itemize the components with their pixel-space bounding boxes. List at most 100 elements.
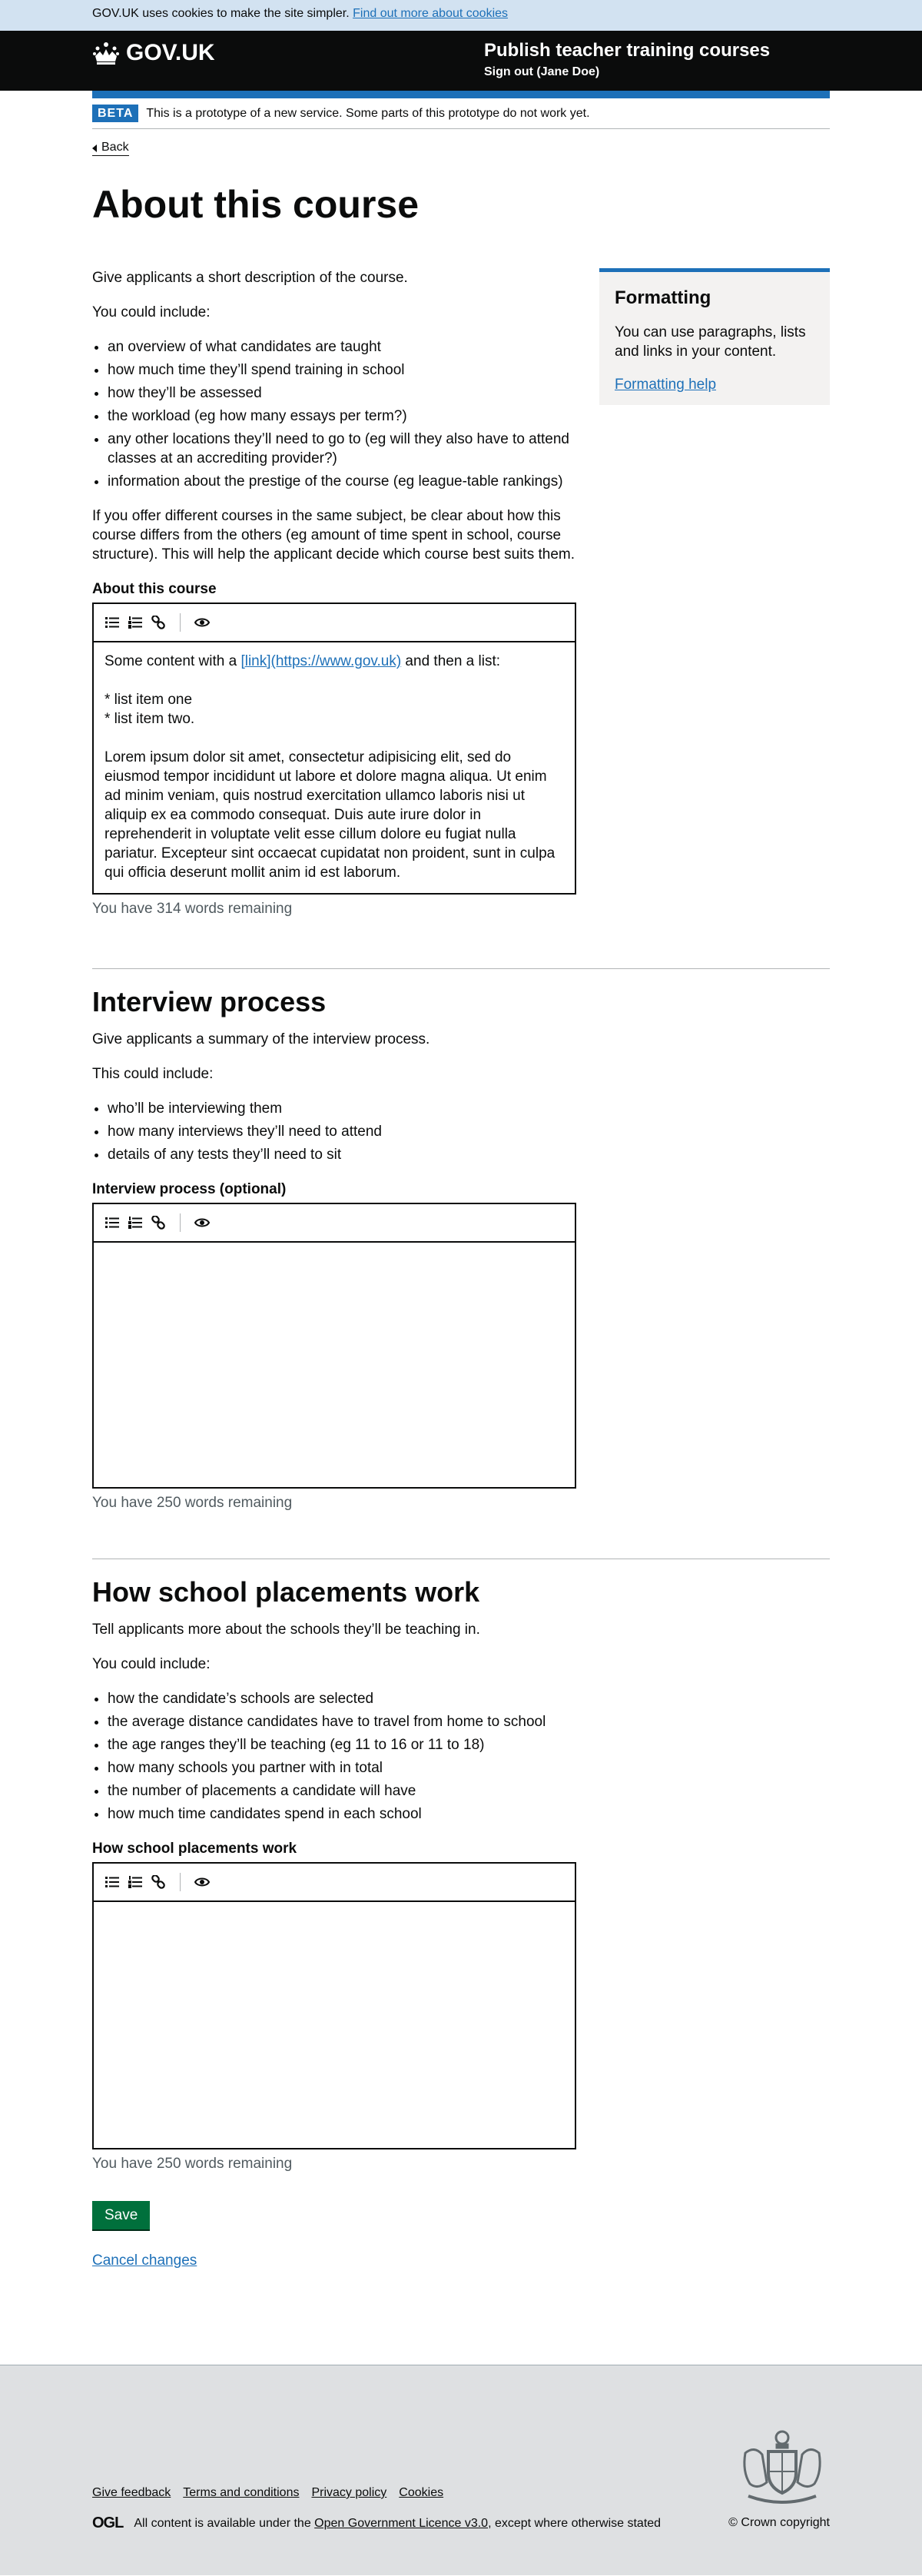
phase-banner-text: This is a prototype of a new service. So…	[146, 106, 590, 120]
bullet-list-icon[interactable]	[104, 615, 120, 630]
licence-text-before: All content is available under the	[134, 2516, 315, 2530]
toolbar-divider	[180, 1213, 181, 1232]
placements-toolbar	[94, 1864, 575, 1902]
content-text: Some content with a	[104, 653, 241, 669]
interview-bullet-list: who’ll be interviewing them how many int…	[92, 1099, 830, 1164]
placements-title: How school placements work	[92, 1576, 480, 1608]
toolbar-divider	[180, 1873, 181, 1891]
interview-word-count: You have 250 words remaining	[92, 1495, 293, 1511]
list-item: how the candidate’s schools are selected	[108, 1689, 830, 1708]
list-item: how they’ll be assessed	[108, 383, 576, 403]
list-item: how much time candidates spend in each s…	[108, 1804, 830, 1824]
placements-section: How school placements work Tell applican…	[92, 1559, 830, 2173]
list-item: the number of placements a candidate wil…	[108, 1781, 830, 1801]
interview-intro: Give applicants a summary of the intervi…	[92, 1031, 430, 1047]
list-item: the average distance candidates have to …	[108, 1712, 830, 1731]
interview-textarea[interactable]	[94, 1243, 575, 1487]
list-item: details of any tests they’ll need to sit	[108, 1145, 830, 1164]
site-footer: Give feedback Terms and conditions Priva…	[0, 2365, 922, 2575]
link-icon[interactable]	[151, 1874, 166, 1890]
licence-text: All content is available under the Open …	[134, 2517, 661, 2531]
back-link[interactable]: Back	[92, 140, 129, 156]
bullet-list-icon[interactable]	[104, 1215, 120, 1230]
preview-eye-icon[interactable]	[194, 615, 210, 630]
sign-out-link[interactable]: Sign out (Jane Doe)	[484, 65, 770, 79]
formatting-panel: Formatting You can use paragraphs, lists…	[599, 268, 830, 405]
about-toolbar	[94, 604, 575, 642]
placements-word-count: You have 250 words remaining	[92, 2156, 293, 2172]
list-item: who’ll be interviewing them	[108, 1099, 830, 1118]
interview-section: Interview process Give applicants a summ…	[92, 968, 830, 1512]
about-textarea[interactable]: Some content with a [link](https://www.g…	[94, 642, 575, 893]
about-bullet-list: an overview of what candidates are taugh…	[92, 337, 576, 491]
about-intro: Give applicants a short description of t…	[92, 270, 408, 286]
list-item: the age ranges they’ll be teaching (eg 1…	[108, 1735, 830, 1754]
interview-field-label: Interview process (optional)	[92, 1181, 287, 1197]
crown-copyright: © Crown copyright	[728, 2516, 830, 2529]
list-item: an overview of what candidates are taugh…	[108, 337, 576, 357]
beta-tag: BETA	[92, 105, 139, 122]
footer-link-terms[interactable]: Terms and conditions	[183, 2486, 299, 2500]
crown-icon	[93, 42, 119, 65]
cookie-info-link[interactable]: Find out more about cookies	[353, 7, 508, 20]
list-item: any other locations they’ll need to go t…	[108, 430, 576, 468]
ogl-logo: OGL	[92, 2515, 124, 2531]
service-name-link[interactable]: Publish teacher training courses	[484, 40, 770, 61]
licence-text-after: , except where otherwise stated	[488, 2516, 662, 2530]
about-field-label: About this course	[92, 581, 217, 597]
link-icon[interactable]	[151, 1215, 166, 1230]
footer-link-privacy[interactable]: Privacy policy	[311, 2486, 386, 2500]
placements-field-label: How school placements work	[92, 1841, 297, 1857]
placements-intro: Tell applicants more about the schools t…	[92, 1622, 480, 1638]
footer-link-cookies[interactable]: Cookies	[399, 2486, 443, 2500]
service-header: Publish teacher training courses Sign ou…	[484, 40, 770, 79]
placements-could-include: You could include:	[92, 1656, 211, 1672]
about-could-include: You could include:	[92, 304, 211, 320]
govuk-logo[interactable]: GOV.UK	[92, 40, 215, 66]
cookie-banner: GOV.UK uses cookies to make the site sim…	[0, 0, 922, 31]
content-link[interactable]: [link](https://www.gov.uk)	[240, 653, 401, 669]
list-item: how many interviews they’ll need to atte…	[108, 1122, 830, 1141]
numbered-list-icon[interactable]	[128, 1874, 143, 1890]
header-rule	[92, 91, 830, 98]
main-wrapper: Back About this course Give applicants a…	[92, 129, 830, 2269]
toolbar-divider	[180, 613, 181, 632]
list-item: how many schools you partner with in tot…	[108, 1758, 830, 1778]
content-text-rest: and then a list: * list item one * list …	[104, 653, 556, 881]
placements-textarea[interactable]	[94, 1902, 575, 2148]
preview-eye-icon[interactable]	[194, 1874, 210, 1890]
about-editor: Some content with a [link](https://www.g…	[92, 603, 576, 895]
bullet-list-icon[interactable]	[104, 1874, 120, 1890]
logo-text: GOV.UK	[126, 40, 215, 65]
numbered-list-icon[interactable]	[128, 1215, 143, 1230]
site-header: GOV.UK Publish teacher training courses …	[0, 31, 922, 91]
about-word-count: You have 314 words remaining	[92, 901, 293, 917]
about-section: Give applicants a short description of t…	[92, 268, 576, 918]
list-item: information about the prestige of the co…	[108, 472, 576, 491]
interview-could-include: This could include:	[92, 1066, 214, 1082]
formatting-title: Formatting	[615, 287, 711, 308]
placements-bullet-list: how the candidate’s schools are selected…	[92, 1689, 830, 1824]
save-button[interactable]: Save	[92, 2201, 151, 2229]
cancel-changes-link[interactable]: Cancel changes	[92, 2252, 197, 2269]
licence-statement: OGL All content is available under the O…	[92, 2515, 661, 2532]
royal-coat-of-arms-icon	[743, 2430, 821, 2504]
phase-banner: BETA This is a prototype of a new servic…	[92, 98, 830, 129]
interview-editor	[92, 1203, 576, 1489]
list-item: how much time they’ll spend training in …	[108, 360, 576, 380]
footer-link-feedback[interactable]: Give feedback	[92, 2486, 171, 2500]
footer-links: Give feedback Terms and conditions Priva…	[92, 2486, 443, 2500]
page-title: About this course	[92, 183, 420, 226]
placements-editor	[92, 1862, 576, 2149]
interview-toolbar	[94, 1204, 575, 1243]
formatting-help-link[interactable]: Formatting help	[615, 377, 716, 393]
numbered-list-icon[interactable]	[128, 615, 143, 630]
about-advice: If you offer different courses in the sa…	[92, 508, 575, 563]
cookie-banner-text: GOV.UK uses cookies to make the site sim…	[92, 7, 350, 20]
list-item: the workload (eg how many essays per ter…	[108, 407, 576, 426]
interview-title: Interview process	[92, 986, 327, 1017]
link-icon[interactable]	[151, 615, 166, 630]
formatting-text: You can use paragraphs, lists and links …	[615, 324, 806, 360]
licence-link[interactable]: Open Government Licence v3.0	[314, 2517, 488, 2530]
preview-eye-icon[interactable]	[194, 1215, 210, 1230]
